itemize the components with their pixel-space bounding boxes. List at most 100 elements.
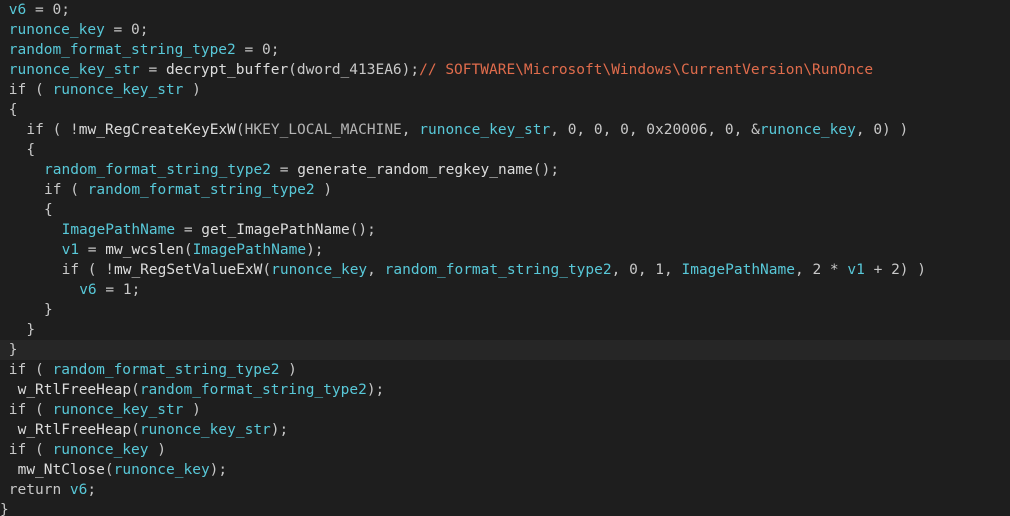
- code-token-operator: , &: [733, 122, 760, 138]
- code-token-operator: (: [288, 62, 297, 78]
- code-token-operator: (: [61, 182, 88, 198]
- code-token-operator: );: [209, 462, 228, 478]
- code-line[interactable]: }: [0, 320, 1010, 340]
- code-token-function-name[interactable]: mw_RegSetValueExW: [114, 262, 262, 278]
- code-token-identifier[interactable]: ImagePathName: [681, 262, 795, 278]
- code-token-operator: ,: [707, 122, 725, 138]
- code-token-operator: +: [864, 262, 892, 278]
- code-line[interactable]: if ( !mw_RegCreateKeyExW(HKEY_LOCAL_MACH…: [0, 120, 1010, 140]
- code-token-identifier[interactable]: random_format_string_type2: [44, 162, 271, 178]
- code-token-operator: (: [131, 422, 140, 438]
- code-token-identifier[interactable]: runonce_key: [271, 262, 367, 278]
- code-line[interactable]: random_format_string_type2 = 0;: [0, 40, 1010, 60]
- code-token-function-name[interactable]: decrypt_buffer: [166, 62, 288, 78]
- code-token-operator: ,: [602, 122, 621, 138]
- code-line[interactable]: if ( !mw_RegSetValueExW(runonce_key, ran…: [0, 260, 1010, 280]
- code-token-operator: }: [0, 502, 9, 516]
- code-line[interactable]: }: [0, 340, 1010, 360]
- code-line[interactable]: runonce_key_str = decrypt_buffer(dword_4…: [0, 60, 1010, 80]
- code-token-operator: (: [26, 362, 53, 378]
- code-token-function-name[interactable]: w_RtlFreeHeap: [18, 382, 132, 398]
- code-token-identifier[interactable]: v6: [79, 282, 96, 298]
- code-token-function-name[interactable]: w_RtlFreeHeap: [18, 422, 132, 438]
- code-line[interactable]: v1 = mw_wcslen(ImagePathName);: [0, 240, 1010, 260]
- code-line[interactable]: {: [0, 140, 1010, 160]
- code-token-operator: =: [26, 2, 53, 18]
- code-token-function-name[interactable]: get_ImagePathName: [201, 222, 349, 238]
- code-token-identifier[interactable]: random_format_string_type2: [9, 42, 236, 58]
- code-line[interactable]: if ( runonce_key_str ): [0, 400, 1010, 420]
- code-editor[interactable]: v6 = 0; runonce_key = 0; random_format_str…: [0, 0, 1010, 516]
- code-line[interactable]: {: [0, 200, 1010, 220]
- code-token-operator: {: [8, 102, 18, 118]
- code-line[interactable]: ImagePathName = get_ImagePathName();: [0, 220, 1010, 240]
- code-token-identifier[interactable]: runonce_key_str: [52, 402, 183, 418]
- code-token-keyword: if: [8, 362, 27, 378]
- code-token-identifier[interactable]: v6: [9, 2, 26, 18]
- code-token-function-name[interactable]: mw_wcslen: [105, 242, 184, 258]
- code-token-number: 0: [131, 22, 140, 38]
- code-token-operator: ): [279, 362, 297, 378]
- code-token-identifier[interactable]: v1: [847, 262, 864, 278]
- code-token-operator: }: [26, 322, 36, 338]
- code-token-identifier[interactable]: random_format_string_type2: [385, 262, 612, 278]
- code-token-identifier[interactable]: runonce_key_str: [419, 122, 550, 138]
- code-line[interactable]: runonce_key = 0;: [0, 20, 1010, 40]
- code-token-operator: =: [139, 62, 166, 78]
- code-token-operator: ;: [270, 42, 280, 58]
- code-line[interactable]: {: [0, 100, 1010, 120]
- code-token-identifier[interactable]: runonce_key: [114, 462, 210, 478]
- code-token-operator: }: [44, 302, 53, 318]
- code-line[interactable]: mw_NtClose(runonce_key);: [0, 460, 1010, 480]
- code-line[interactable]: }: [0, 300, 1010, 320]
- code-token-function-name[interactable]: generate_random_regkey_name: [297, 162, 533, 178]
- code-token-keyword: if: [8, 82, 27, 98]
- code-token-operator: ): [183, 402, 201, 418]
- code-token-operator: (: [26, 442, 53, 458]
- code-token-function-name[interactable]: mw_NtClose: [18, 462, 105, 478]
- code-token-operator: =: [175, 222, 202, 238]
- code-token-constant: HKEY_LOCAL_MACHINE: [244, 122, 402, 138]
- code-token-operator: ;: [87, 482, 97, 498]
- code-line[interactable]: v6 = 0;: [0, 0, 1010, 20]
- code-token-operator: =: [79, 242, 106, 258]
- code-token-keyword: return: [8, 482, 62, 498]
- code-token-identifier[interactable]: ImagePathName: [193, 242, 307, 258]
- code-line[interactable]: w_RtlFreeHeap(random_format_string_type2…: [0, 380, 1010, 400]
- code-token-identifier[interactable]: runonce_key: [760, 122, 856, 138]
- code-token-identifier[interactable]: random_format_string_type2: [88, 182, 315, 198]
- code-token-identifier[interactable]: runonce_key_str: [140, 422, 271, 438]
- code-token-operator: ): [314, 182, 333, 198]
- code-token-function-name[interactable]: mw_RegCreateKeyExW: [79, 122, 236, 138]
- code-line[interactable]: random_format_string_type2 = generate_ra…: [0, 160, 1010, 180]
- code-line[interactable]: return v6;: [0, 480, 1010, 500]
- code-line[interactable]: if ( runonce_key_str ): [0, 80, 1010, 100]
- code-token-identifier[interactable]: v1: [62, 242, 79, 258]
- code-token-keyword: if: [8, 442, 27, 458]
- code-token-operator: *: [821, 262, 848, 278]
- code-token-operator: }: [8, 342, 18, 358]
- code-token-number: 0x20006: [646, 122, 708, 138]
- code-token-operator: ;: [61, 2, 70, 18]
- code-line[interactable]: if ( random_format_string_type2 ): [0, 360, 1010, 380]
- code-line[interactable]: if ( random_format_string_type2 ): [0, 180, 1010, 200]
- code-token-operator: ,: [637, 262, 656, 278]
- code-token-identifier[interactable]: random_format_string_type2: [52, 362, 279, 378]
- code-token-identifier[interactable]: ImagePathName: [62, 222, 176, 238]
- code-line[interactable]: }: [0, 500, 1010, 516]
- code-token-identifier[interactable]: runonce_key: [9, 22, 105, 38]
- code-token-identifier[interactable]: random_format_string_type2: [140, 382, 367, 398]
- code-token-identifier[interactable]: v6: [70, 482, 87, 498]
- code-token-operator: (: [183, 242, 193, 258]
- code-line[interactable]: v6 = 1;: [0, 280, 1010, 300]
- code-token-identifier[interactable]: runonce_key_str: [52, 82, 183, 98]
- code-token-operator: ,: [367, 262, 385, 278]
- code-token-identifier[interactable]: runonce_key: [52, 442, 148, 458]
- code-line[interactable]: if ( runonce_key ): [0, 440, 1010, 460]
- code-token-identifier[interactable]: runonce_key_str: [9, 62, 140, 78]
- code-token-operator: (: [131, 382, 140, 398]
- code-token-operator: ,: [855, 122, 874, 138]
- code-token-operator: ,: [550, 122, 568, 138]
- code-line[interactable]: w_RtlFreeHeap(runonce_key_str);: [0, 420, 1010, 440]
- code-token-operator: ,: [794, 262, 813, 278]
